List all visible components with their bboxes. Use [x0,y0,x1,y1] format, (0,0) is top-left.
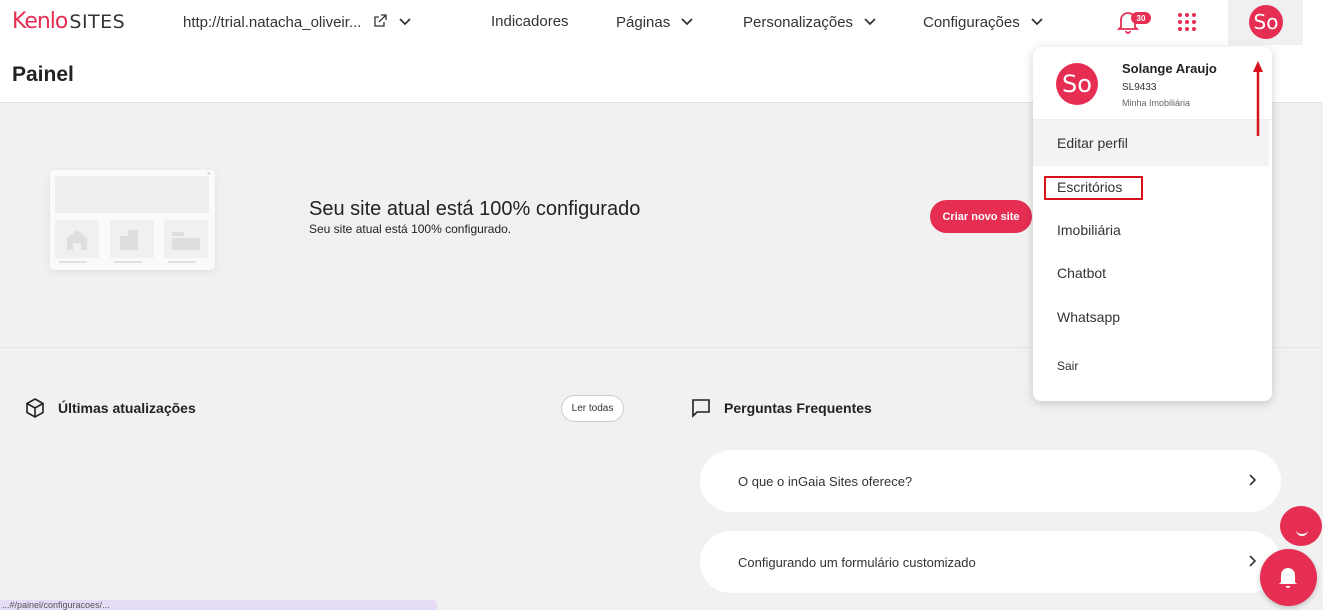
site-url[interactable]: http://trial.natacha_oliveir... [183,14,361,31]
chat-icon [692,399,710,418]
user-company: Minha Imobiliária [1122,98,1191,108]
faq-title: Perguntas Frequentes [724,400,872,416]
top-navbar: Kenlo SITES http://trial.natacha_oliveir… [0,0,1323,47]
nav-personalizacoes[interactable]: Personalizações [743,13,879,31]
faq-header: Perguntas Frequentes [690,397,872,419]
chevron-down-icon [681,18,693,26]
faq-item[interactable]: Configurando um formulário customizado [700,531,1281,593]
page-title: Painel [12,63,74,86]
chevron-down-icon[interactable] [396,13,414,31]
menu-item-editar-perfil[interactable]: Editar perfil [1033,120,1269,166]
nav-configuracoes-label: Configurações [923,13,1020,31]
menu-item-chatbot[interactable]: Chatbot [1033,265,1269,281]
nav-configuracoes[interactable]: Configurações [923,13,1046,31]
nav-indicadores-label: Indicadores [491,13,569,30]
chevron-right-icon [1249,474,1257,486]
create-site-button[interactable]: Criar novo site [930,200,1032,233]
notifications-fab[interactable] [1260,549,1317,606]
chevron-down-icon [1031,18,1043,26]
commercial-icon [172,232,200,250]
chevron-down-icon [864,18,876,26]
logo-brand: Kenlo [12,9,68,34]
read-all-button[interactable]: Ler todas [561,395,624,422]
house-icon [67,230,87,250]
box-icon [26,398,44,418]
annotation-highlight-box [1044,176,1143,200]
faq-item[interactable]: O que o inGaia Sites oferece? [700,450,1281,512]
user-code: SL9433 [1122,82,1157,93]
apps-grid-icon[interactable] [1178,13,1196,31]
updates-header: Últimas atualizações [24,397,196,419]
nav-paginas[interactable]: Páginas [616,13,696,31]
hero-subtitle: Seu site atual está 100% configurado. [309,222,512,236]
avatar: So [1249,5,1283,39]
chevron-right-icon [1249,555,1257,567]
external-link-icon[interactable] [372,13,388,29]
chat-widget-icon[interactable] [1280,506,1322,546]
browser-status-url: ...#/painel/configuracoes/... [0,600,437,610]
nav-paginas-label: Páginas [616,13,671,31]
faq-question: Configurando um formulário customizado [738,554,976,570]
kenlo-sites-logo[interactable]: Kenlo SITES [12,9,125,37]
logo-product: SITES [69,11,126,33]
updates-title: Últimas atualizações [58,400,196,416]
user-dropdown-menu: So Solange Araujo SL9433 Minha Imobiliár… [1033,47,1272,401]
notifications-badge: 30 [1131,12,1151,24]
user-menu-toggle[interactable]: So [1228,0,1303,47]
menu-item-imobiliaria[interactable]: Imobiliária [1033,222,1269,238]
menu-item-sair[interactable]: Sair [1033,359,1269,373]
menu-item-whatsapp[interactable]: Whatsapp [1033,309,1269,325]
nav-indicadores[interactable]: Indicadores [491,13,569,30]
nav-personalizacoes-label: Personalizações [743,13,854,31]
faq-question: O que o inGaia Sites oferece? [738,473,913,489]
building-icon [120,230,138,250]
site-preview-illustration: × [50,170,215,270]
hero-title: Seu site atual está 100% configurado [309,198,641,220]
user-name: Solange Araujo [1122,61,1217,76]
annotation-arrow-icon [1253,61,1263,136]
bell-icon [1279,568,1297,588]
avatar: So [1056,63,1098,105]
